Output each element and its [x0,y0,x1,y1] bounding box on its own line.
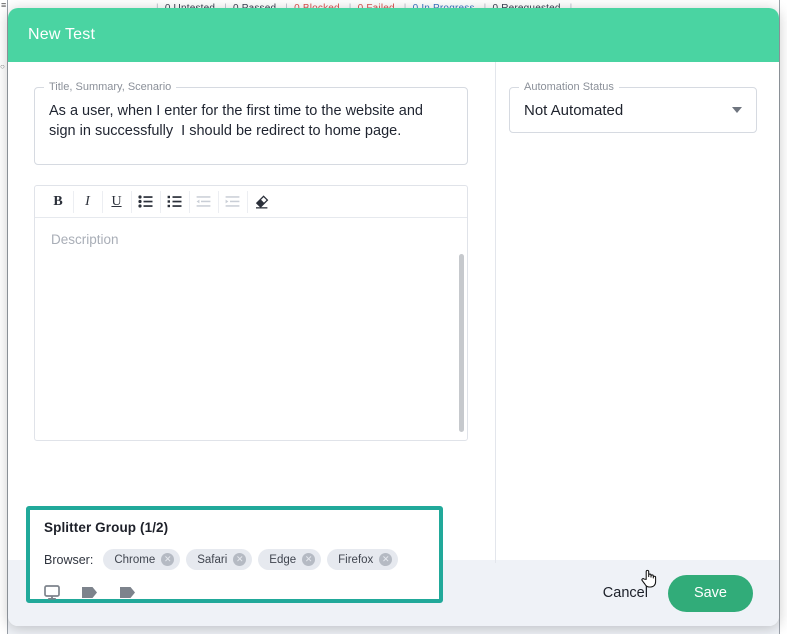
background-glyph: ≡ [1,0,7,10]
close-icon[interactable]: ✕ [233,553,247,566]
title-summary-scenario-field[interactable]: Title, Summary, Scenario As a user, when… [34,81,468,165]
browser-chip[interactable]: Edge ✕ [258,549,322,570]
tag-icon[interactable] [81,586,98,599]
indent-button[interactable] [218,190,246,213]
close-icon[interactable]: ✕ [302,553,316,566]
splitter-group-card[interactable]: Splitter Group (1/2) Browser: Chrome ✕ S… [26,506,443,603]
dialog-body-right-column: Automation Status Not Automated [486,62,779,560]
browser-chip[interactable]: Firefox ✕ [327,549,399,570]
browser-chip-label: Chrome [114,553,156,566]
browser-chip[interactable]: Safari ✕ [186,549,253,570]
save-button[interactable]: Save [667,574,753,612]
browser-chip[interactable]: Chrome ✕ [103,549,181,570]
browser-chip-label: Safari [197,553,228,566]
browser-row: Browser: Chrome ✕ Safari ✕ Edge ✕ Firefo… [44,549,425,570]
splitter-group-title: Splitter Group (1/2) [44,520,169,535]
background-glyph-secondary: ○ [0,62,5,71]
new-test-dialog: New Test Title, Summary, Scenario As a u… [8,8,779,626]
description-placeholder: Description [51,232,119,247]
splitter-group-icon-row [44,585,425,600]
title-field-legend: Title, Summary, Scenario [44,81,177,94]
outdent-button[interactable] [189,190,217,213]
browser-label: Browser: [44,552,94,567]
tag-icon[interactable] [119,586,136,599]
numbered-list-button[interactable] [160,190,188,213]
browser-chip-label: Firefox [338,553,374,566]
italic-button[interactable]: I [73,190,101,213]
browser-chip-label: Edge [269,553,297,566]
description-input[interactable]: Description [35,218,467,440]
chevron-down-icon[interactable] [732,107,742,113]
editor-toolbar: B I U [35,186,467,218]
footer-actions: Cancel Save [601,574,753,612]
description-scrollbar-thumb[interactable] [459,254,464,432]
close-icon[interactable]: ✕ [379,553,393,566]
bullet-list-button[interactable] [131,190,159,213]
dialog-header: New Test [8,8,779,62]
clear-formatting-button[interactable] [247,190,275,213]
automation-status-select[interactable]: Automation Status Not Automated [509,81,757,133]
underline-button[interactable]: U [102,190,130,213]
browser-chip-list: Chrome ✕ Safari ✕ Edge ✕ Firefox ✕ [103,549,399,570]
title-field-value[interactable]: As a user, when I enter for the first ti… [49,101,453,141]
dialog-body-left-column: Title, Summary, Scenario As a user, when… [8,62,486,560]
cancel-button[interactable]: Cancel [601,581,650,605]
description-editor: B I U Description [34,185,468,441]
page-right-edge [779,0,780,634]
automation-status-legend: Automation Status [519,81,619,94]
monitor-icon[interactable] [44,585,60,600]
description-scrollbar[interactable] [459,254,464,432]
dialog-body: Title, Summary, Scenario As a user, when… [8,62,779,603]
automation-status-value: Not Automated [524,101,624,119]
bold-button[interactable]: B [44,191,72,213]
close-icon[interactable]: ✕ [161,553,175,566]
column-divider [495,62,496,563]
dialog-title: New Test [28,26,96,43]
